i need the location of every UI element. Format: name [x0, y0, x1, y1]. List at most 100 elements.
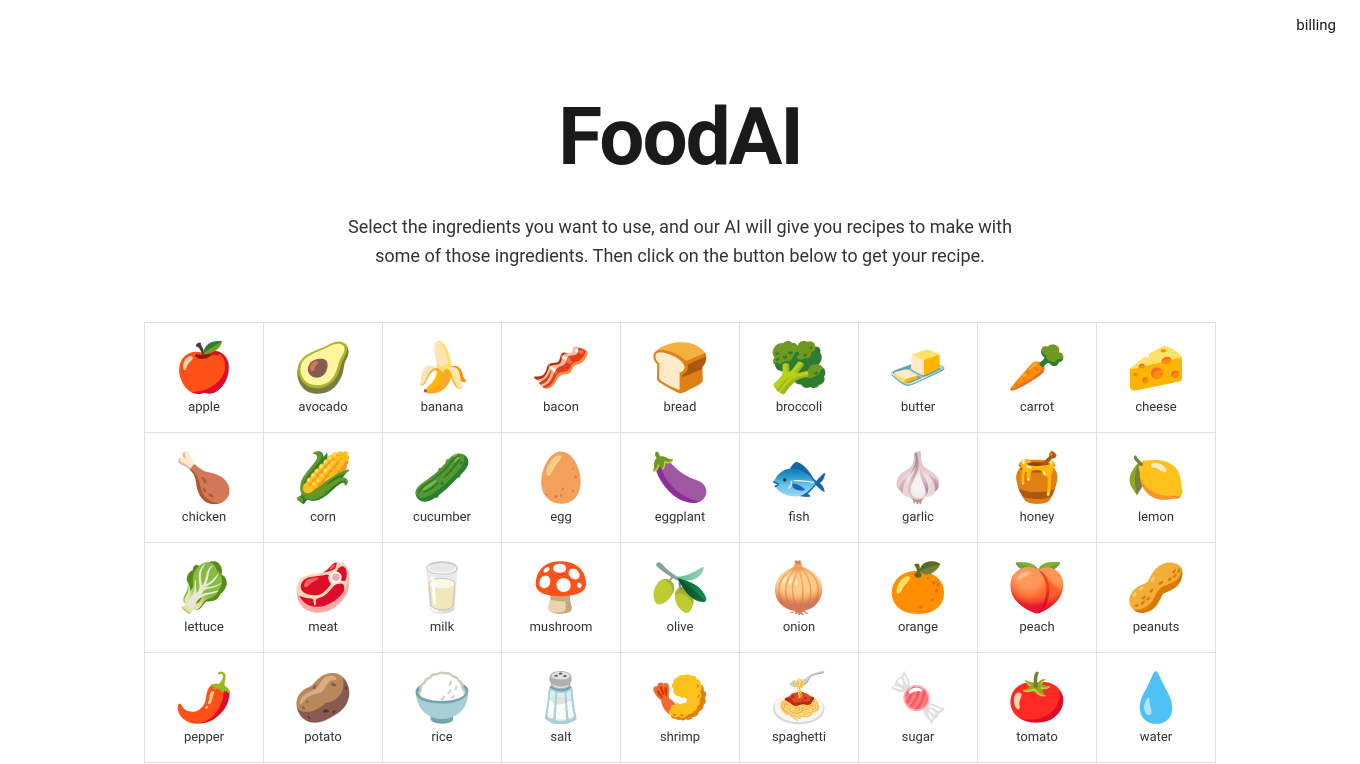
- ingredient-garlic[interactable]: 🧄 garlic: [859, 433, 978, 543]
- corn-emoji: 🌽: [293, 454, 353, 502]
- app-title: FoodAI: [20, 90, 1340, 184]
- bread-emoji: 🍞: [650, 344, 710, 392]
- orange-emoji: 🍊: [888, 564, 948, 612]
- ingredient-onion[interactable]: 🧅 onion: [740, 543, 859, 653]
- tomato-emoji: 🍅: [1007, 674, 1067, 722]
- ingredient-peanuts[interactable]: 🥜 peanuts: [1097, 543, 1216, 653]
- ingredient-mushroom[interactable]: 🍄 mushroom: [502, 543, 621, 653]
- potato-label: potato: [304, 730, 342, 745]
- pepper-emoji: 🌶️: [174, 674, 234, 722]
- top-navigation: billing: [0, 0, 1360, 50]
- chicken-emoji: 🍗: [174, 454, 234, 502]
- ingredient-pepper[interactable]: 🌶️ pepper: [145, 653, 264, 763]
- salt-label: salt: [550, 730, 571, 745]
- onion-label: onion: [783, 620, 815, 635]
- ingredient-eggplant[interactable]: 🍆eggplant: [621, 433, 740, 543]
- mushroom-label: mushroom: [530, 620, 593, 635]
- cucumber-emoji: 🥒: [412, 454, 472, 502]
- meat-label: meat: [308, 620, 338, 635]
- ingredient-meat[interactable]: 🥩meat: [264, 543, 383, 653]
- shrimp-emoji: 🍤: [650, 674, 710, 722]
- ingredient-cheese[interactable]: 🧀cheese: [1097, 323, 1216, 433]
- corn-label: corn: [310, 510, 336, 525]
- ingredient-fish[interactable]: 🐟 fish: [740, 433, 859, 543]
- ingredient-sugar[interactable]: 🍬sugar: [859, 653, 978, 763]
- peanuts-emoji: 🥜: [1126, 564, 1186, 612]
- egg-emoji: 🥚: [531, 454, 591, 502]
- milk-label: milk: [430, 620, 454, 635]
- fish-emoji: 🐟: [769, 454, 829, 502]
- ingredient-corn[interactable]: 🌽 corn: [264, 433, 383, 543]
- eggplant-label: eggplant: [655, 510, 705, 525]
- lemon-emoji: 🍋: [1126, 454, 1186, 502]
- billing-link[interactable]: billing: [1296, 16, 1336, 34]
- banana-emoji: 🍌: [412, 344, 472, 392]
- ingredient-potato[interactable]: 🥔 potato: [264, 653, 383, 763]
- avocado-label: avocado: [298, 400, 347, 415]
- apple-emoji: 🍎: [174, 344, 234, 392]
- potato-emoji: 🥔: [293, 674, 353, 722]
- spaghetti-label: spaghetti: [772, 730, 826, 745]
- ingredient-butter[interactable]: 🧈 butter: [859, 323, 978, 433]
- peach-emoji: 🍑: [1007, 564, 1067, 612]
- ingredient-egg[interactable]: 🥚egg: [502, 433, 621, 543]
- fish-label: fish: [788, 510, 809, 525]
- ingredient-rice[interactable]: 🍚rice: [383, 653, 502, 763]
- avocado-emoji: 🥑: [293, 344, 353, 392]
- ingredient-tomato[interactable]: 🍅tomato: [978, 653, 1097, 763]
- bacon-label: bacon: [543, 400, 579, 415]
- honey-emoji: 🍯: [1007, 454, 1067, 502]
- chicken-label: chicken: [182, 510, 226, 525]
- bacon-emoji: 🥓: [531, 344, 591, 392]
- ingredient-water[interactable]: 💧 water: [1097, 653, 1216, 763]
- broccoli-emoji: 🥦: [769, 344, 829, 392]
- olive-emoji: 🫒: [650, 564, 710, 612]
- cucumber-label: cucumber: [413, 510, 471, 525]
- hero-section: FoodAI Select the ingredients you want t…: [0, 50, 1360, 322]
- broccoli-label: broccoli: [776, 400, 822, 415]
- butter-label: butter: [901, 400, 935, 415]
- ingredient-carrot[interactable]: 🥕 carrot: [978, 323, 1097, 433]
- ingredient-lemon[interactable]: 🍋 lemon: [1097, 433, 1216, 543]
- carrot-emoji: 🥕: [1007, 344, 1067, 392]
- garlic-label: garlic: [902, 510, 934, 525]
- ingredient-milk[interactable]: 🥛 milk: [383, 543, 502, 653]
- onion-emoji: 🧅: [769, 564, 829, 612]
- ingredient-peach[interactable]: 🍑 peach: [978, 543, 1097, 653]
- spaghetti-emoji: 🍝: [769, 674, 829, 722]
- ingredient-cucumber[interactable]: 🥒 cucumber: [383, 433, 502, 543]
- ingredient-bacon[interactable]: 🥓 bacon: [502, 323, 621, 433]
- carrot-label: carrot: [1020, 400, 1054, 415]
- ingredient-lettuce[interactable]: 🥬lettuce: [145, 543, 264, 653]
- garlic-emoji: 🧄: [888, 454, 948, 502]
- ingredient-honey[interactable]: 🍯 honey: [978, 433, 1097, 543]
- ingredient-salt[interactable]: 🧂 salt: [502, 653, 621, 763]
- peanuts-label: peanuts: [1133, 620, 1180, 635]
- olive-label: olive: [667, 620, 694, 635]
- salt-emoji: 🧂: [531, 674, 591, 722]
- cheese-label: cheese: [1135, 400, 1176, 415]
- butter-emoji: 🧈: [888, 344, 948, 392]
- water-emoji: 💧: [1126, 674, 1186, 722]
- ingredient-orange[interactable]: 🍊orange: [859, 543, 978, 653]
- rice-emoji: 🍚: [412, 674, 472, 722]
- bread-label: bread: [664, 400, 697, 415]
- ingredient-bread[interactable]: 🍞 bread: [621, 323, 740, 433]
- ingredient-olive[interactable]: 🫒 olive: [621, 543, 740, 653]
- mushroom-emoji: 🍄: [531, 564, 591, 612]
- ingredient-banana[interactable]: 🍌 banana: [383, 323, 502, 433]
- honey-label: honey: [1020, 510, 1055, 525]
- banana-label: banana: [421, 400, 464, 415]
- water-label: water: [1140, 730, 1172, 745]
- peach-label: peach: [1019, 620, 1054, 635]
- ingredient-shrimp[interactable]: 🍤shrimp: [621, 653, 740, 763]
- ingredient-broccoli[interactable]: 🥦 broccoli: [740, 323, 859, 433]
- ingredient-spaghetti[interactable]: 🍝 spaghetti: [740, 653, 859, 763]
- ingredient-avocado[interactable]: 🥑 avocado: [264, 323, 383, 433]
- pepper-label: pepper: [184, 730, 224, 745]
- milk-emoji: 🥛: [412, 564, 472, 612]
- lemon-label: lemon: [1138, 510, 1174, 525]
- hero-subtitle: Select the ingredients you want to use, …: [330, 214, 1030, 272]
- ingredient-chicken[interactable]: 🍗 chicken: [145, 433, 264, 543]
- ingredient-apple[interactable]: 🍎apple: [145, 323, 264, 433]
